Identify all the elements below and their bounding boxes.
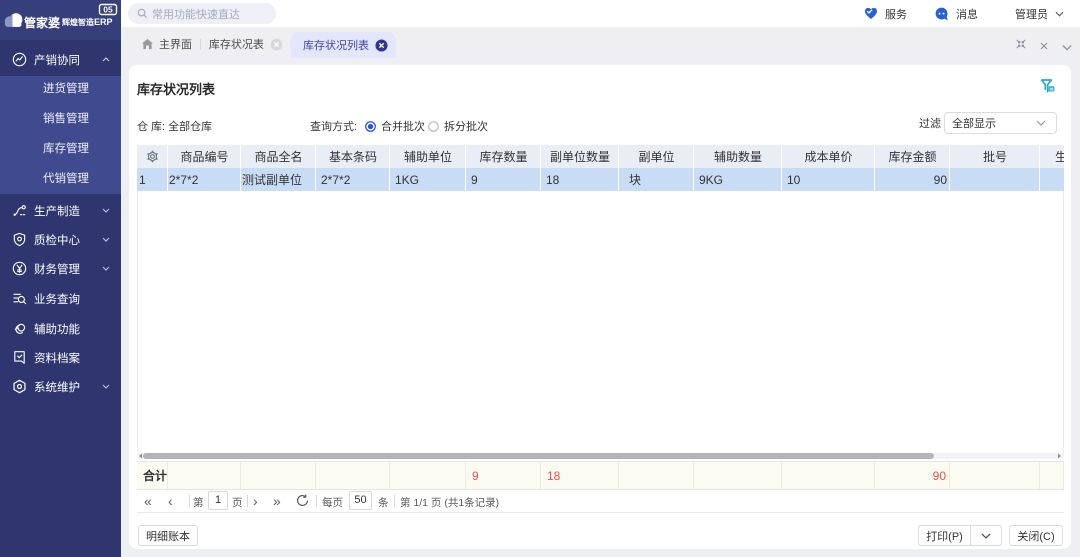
- svg-text:05: 05: [103, 5, 113, 15]
